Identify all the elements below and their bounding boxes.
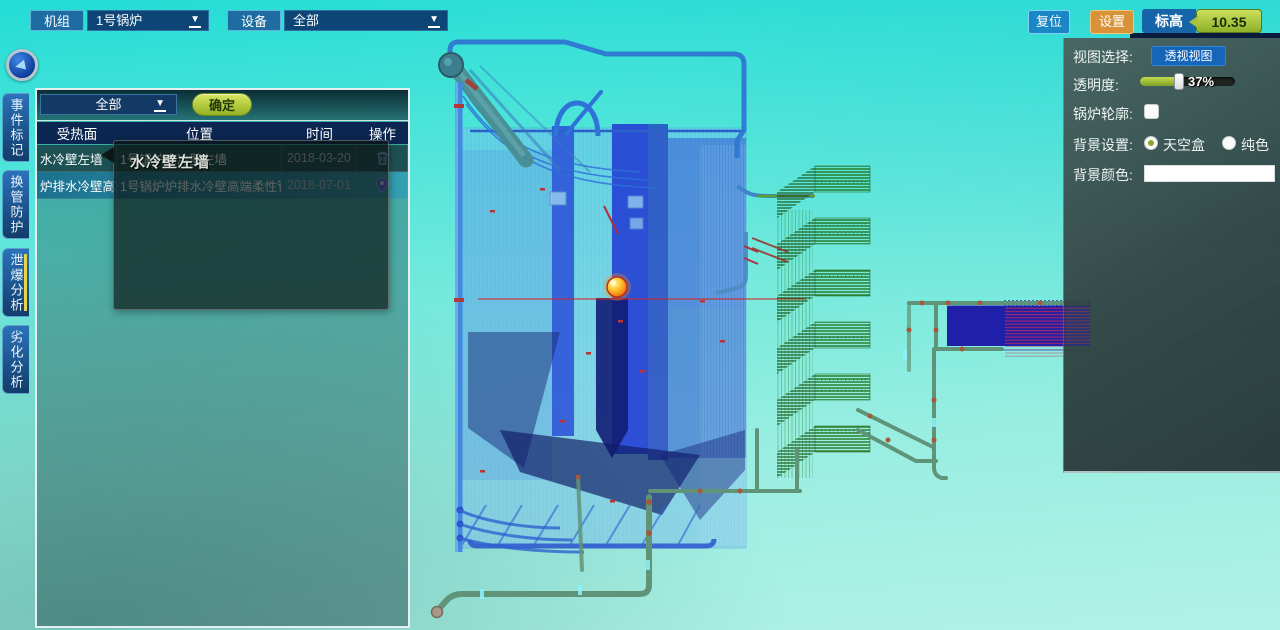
bg-mode-label: 背景设置: (1073, 135, 1133, 155)
event-marker-sphere[interactable] (603, 273, 631, 301)
unit-label-button: 机组 (30, 10, 84, 31)
device-dropdown[interactable]: 全部 ▼ (284, 10, 448, 31)
view-select-label: 视图选择: (1073, 47, 1133, 67)
opacity-slider-fill (1140, 77, 1178, 86)
opacity-slider-handle[interactable] (1174, 73, 1184, 90)
pipe-end-cap (432, 607, 443, 618)
elevation-label: 标高 (1142, 9, 1196, 33)
solid-color-radio[interactable] (1222, 136, 1236, 150)
solid-color-label: 纯色 (1241, 135, 1269, 155)
tab-vent-analysis[interactable]: 泄爆分析 (2, 248, 29, 317)
panel-top-edge (1130, 33, 1280, 38)
tab-tube-protection[interactable]: 换管防护 (2, 170, 29, 239)
chevron-down-icon: ▼ (189, 13, 201, 28)
settings-button[interactable]: 设置 (1090, 10, 1134, 34)
surface-tooltip: 水冷壁左墙 (113, 140, 389, 310)
skybox-label: 天空盒 (1163, 135, 1205, 155)
reset-button[interactable]: 复位 (1028, 10, 1070, 34)
opacity-label: 透明度: (1073, 75, 1119, 95)
event-panel-header: 全部 ▼ 确定 (37, 90, 408, 121)
device-label-button: 设备 (227, 10, 281, 31)
chevron-down-icon: ▼ (154, 97, 166, 112)
surface-filter-dropdown[interactable]: 全部 ▼ (40, 94, 177, 115)
back-arrow-icon: ◀ (13, 56, 26, 74)
skybox-radio[interactable] (1144, 136, 1158, 150)
device-dropdown-value: 全部 (293, 13, 319, 28)
bg-color-swatch[interactable] (1144, 165, 1275, 182)
surface-filter-value: 全部 (95, 97, 121, 112)
economizer-bundles (752, 166, 870, 478)
chevron-down-icon: ▼ (428, 13, 440, 28)
back-button[interactable]: ◀ (6, 49, 38, 81)
boiler-monitor-app: 机组 1号锅炉 ▼ 设备 全部 ▼ 复位 设置 标高 10.35 ◀ 事件标记 … (0, 0, 1280, 630)
tooltip-text: 水冷壁左墙 (130, 151, 210, 172)
unit-dropdown[interactable]: 1号锅炉 ▼ (87, 10, 209, 31)
tab-degradation[interactable]: 劣化分析 (2, 325, 29, 394)
unit-dropdown-value: 1号锅炉 (96, 13, 142, 28)
elevation-value: 10.35 (1196, 9, 1262, 33)
view-settings-panel: 视图选择: 透视视图 透明度: 37% 锅炉轮廓: 背景设置: 天空盒 纯色 背… (1063, 38, 1280, 473)
tab-event-marks[interactable]: 事件标记 (2, 93, 29, 162)
opacity-value: 37% (1188, 74, 1214, 89)
col-surface: 受热面 (37, 123, 117, 143)
outline-checkbox[interactable] (1144, 104, 1159, 119)
bg-color-label: 背景颜色: (1073, 165, 1133, 185)
outline-label: 锅炉轮廓: (1073, 104, 1133, 124)
perspective-view-button[interactable]: 透视视图 (1151, 46, 1226, 66)
cell-surface: 炉排水冷壁高端 (37, 172, 117, 199)
confirm-button[interactable]: 确定 (192, 93, 252, 116)
